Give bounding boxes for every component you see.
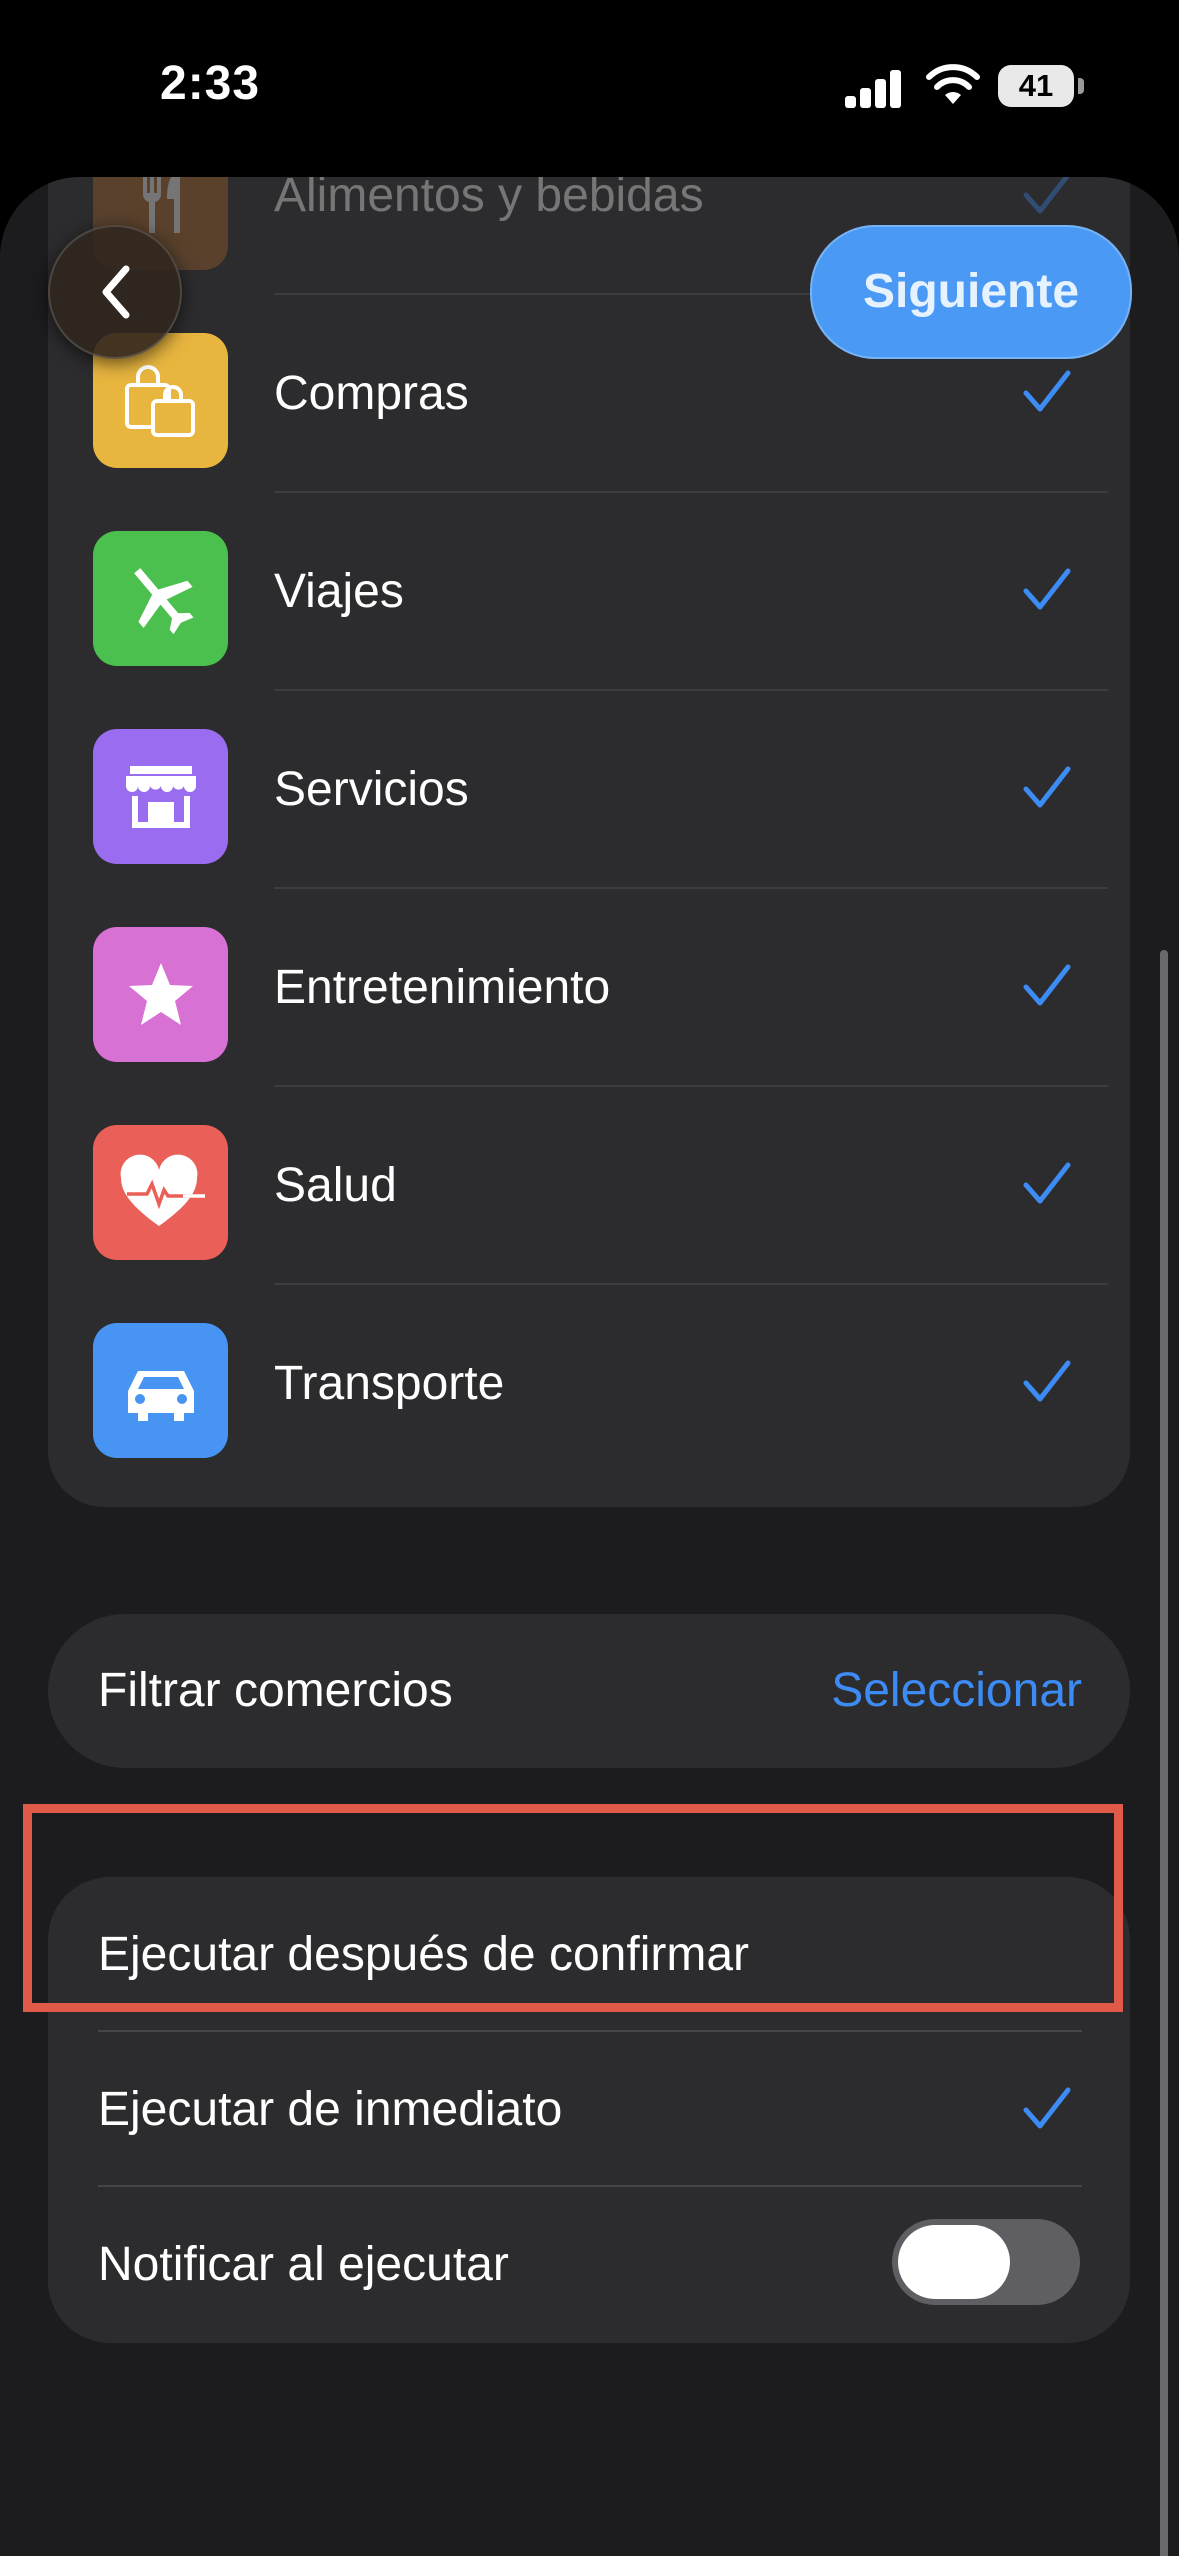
checkmark-icon [1023, 568, 1071, 610]
category-label: Alimentos y bebidas [274, 177, 704, 222]
checkmark-icon [1023, 1360, 1071, 1402]
car-icon [93, 1323, 228, 1458]
checkmark-icon [1023, 2087, 1071, 2129]
toggle-knob [898, 2225, 1010, 2299]
heart-pulse-icon [93, 1125, 228, 1260]
select-merchants-button[interactable]: Seleccionar [831, 1614, 1082, 1768]
option-label: Ejecutar de inmediato [98, 2083, 563, 2136]
category-label: Servicios [274, 763, 469, 816]
category-row-health[interactable]: Salud [48, 1087, 1130, 1285]
checkmark-icon [1023, 370, 1071, 412]
category-row-entertainment[interactable]: Entretenimiento [48, 889, 1130, 1087]
checkmark-icon [1023, 177, 1070, 214]
highlight-box [23, 1804, 1123, 2012]
category-label: Viajes [274, 565, 404, 618]
wifi-icon [926, 64, 980, 104]
category-row-travel[interactable]: Viajes [48, 493, 1130, 691]
notify-on-run-row: Notificar al ejecutar [48, 2187, 1130, 2342]
storefront-icon [93, 729, 228, 864]
notify-label: Notificar al ejecutar [98, 2238, 509, 2291]
filter-merchants-row: Filtrar comercios Seleccionar [48, 1614, 1130, 1768]
category-label: Transporte [274, 1357, 505, 1410]
category-label: Salud [274, 1159, 397, 1212]
chevron-left-icon [102, 265, 130, 319]
category-list: Alimentos y bebidas Compras Viajes Servi… [48, 177, 1130, 1507]
rule-settings-sheet: Alimentos y bebidas Compras Viajes Servi… [0, 177, 1179, 2556]
battery-level: 41 [1018, 68, 1054, 103]
category-row-transport[interactable]: Transporte [48, 1285, 1130, 1483]
status-time: 2:33 [160, 57, 261, 110]
status-bar: 2:33 41 [0, 0, 1179, 175]
checkmark-icon [1023, 1162, 1071, 1204]
star-icon [93, 927, 228, 1062]
checkmark-icon [1023, 964, 1071, 1006]
next-button[interactable]: Siguiente [810, 225, 1132, 359]
checkmark-icon [1023, 766, 1071, 808]
category-label: Entretenimiento [274, 961, 611, 1014]
category-row-services[interactable]: Servicios [48, 691, 1130, 889]
back-button[interactable] [48, 225, 182, 359]
airplane-icon [93, 531, 228, 666]
cellular-signal-icon [845, 68, 903, 108]
battery-tip [1078, 78, 1084, 94]
scrollbar[interactable] [1160, 950, 1168, 2556]
option-run-immediately[interactable]: Ejecutar de inmediato [48, 2032, 1130, 2187]
category-label: Compras [274, 367, 469, 420]
notify-toggle[interactable] [892, 2219, 1080, 2305]
filter-merchants-label: Filtrar comercios [98, 1664, 453, 1717]
